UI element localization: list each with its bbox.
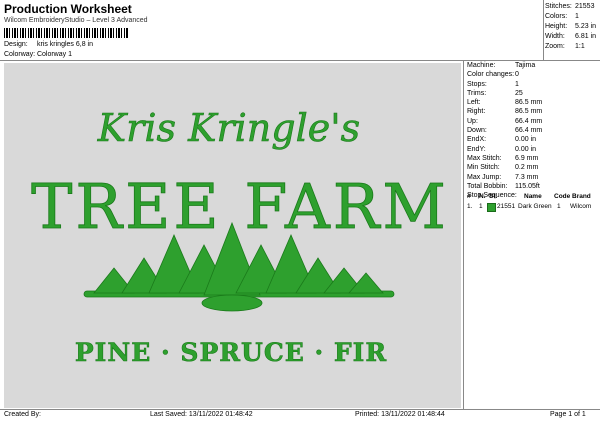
info-row: Max Jump: 7.3 mm [467,173,599,182]
info-row: Machine: Tajima [467,61,599,70]
info-row: Stops: 1 [467,80,599,89]
footer-divider [0,409,600,410]
info-key: Trims: [467,89,487,97]
info-key: Color changes: [467,71,515,79]
info-key: EndX: [467,136,487,144]
col-header: Brand [572,193,591,200]
panel-divider [463,60,464,410]
stat-row: Width: 6.81 in [545,32,596,42]
info-key: Max Stitch: [467,154,502,162]
stat-row: Height: 5.23 in [545,22,596,32]
info-value: 0.2 mm [515,164,539,172]
col-header: St. [489,193,498,200]
software-subtitle: Wilcom EmbroideryStudio – Level 3 Advanc… [4,17,148,24]
info-value: 66.4 mm [515,127,543,135]
colorway-meta-row: Colorway: Colorway 1 [4,51,72,58]
machine-info-panel: Machine: Tajima Color changes:0 Stops: 1 T… [467,61,599,200]
meta-key: Design: [4,41,28,48]
info-row: Min Stitch: 0.2 mm [467,163,599,172]
stat-key: Height: [545,23,568,30]
stat-key: Width: [545,33,565,40]
stat-value: 21553 [575,3,595,10]
info-row: Trims: 25 [467,89,599,98]
info-value: 1 [515,80,519,88]
stats-divider [543,0,544,60]
info-key: Down: [467,127,487,135]
info-row: Right: 86.5 mm [467,107,599,116]
footer-last-saved: Last Saved: 13/11/2022 01:48:42 [150,411,253,418]
info-value: 0.00 in [515,136,537,144]
footer-created-by: Created By: [4,411,41,418]
stat-row: Stitches: 21553 [545,2,596,12]
footer-printed: Printed: 13/11/2022 01:48:44 [355,411,445,418]
embroidery-design: Kris Kringle's TREE FARM PINE · SPRUCE ·… [31,106,449,368]
info-value: 7.3 mm [515,173,539,181]
info-key: Total Bobbin: [467,182,508,190]
col-header: N. [479,193,486,200]
cell-code: 1 [557,203,561,210]
info-key: Stops: [467,80,487,88]
info-key: Machine: [467,62,496,69]
info-key: Up: [467,117,478,125]
cell-brand: Wilcom [570,203,592,210]
cell-st: 21551 [497,203,516,210]
design-meta-row: Design: kris kringles 6,8 in [4,41,93,48]
info-row: Left: 86.5 mm [467,98,599,107]
info-value: 6.9 mm [515,154,539,162]
design-script-text: Kris Kringle's [97,106,360,150]
cell-name: Dark Green [518,203,552,210]
col-header: Name [524,193,542,200]
stat-value: 1 [575,13,579,20]
top-stats: Stitches: 21553 Colors: 1 Height: 5.23 in W… [545,2,596,52]
info-key: EndY: [467,145,486,153]
design-subtitle-text: PINE · SPRUCE · FIR [75,338,387,367]
col-header: # [467,193,471,200]
stat-value: 1:1 [575,43,585,50]
info-value: 66.4 mm [515,117,543,125]
info-key: Right: [467,108,486,116]
cell-n: 1 [479,203,483,210]
meta-value: Colorway 1 [36,51,72,58]
meta-value: kris kringles 6,8 in [36,41,93,48]
col-header: Code [554,193,571,200]
stat-row: Zoom: 1:1 [545,42,596,52]
stat-row: Colors: 1 [545,12,596,22]
info-value: 86.5 mm [515,99,543,107]
info-value: 86.5 mm [515,108,543,116]
info-value: 115.05ft [515,182,540,190]
info-row: Total Bobbin: 115.05ft [467,182,599,191]
design-preview[interactable]: Kris Kringle's TREE FARM PINE · SPRUCE ·… [4,63,461,408]
stat-key: Stitches: [545,3,572,10]
info-row: Up: 66.4 mm [467,117,599,126]
info-value: Tajima [515,62,536,69]
footer-page: Page 1 of 1 [550,411,586,418]
info-key: Min Stitch: [467,164,500,172]
info-value: 25 [515,89,523,97]
worksheet-title: Production Worksheet [4,2,132,16]
design-title-text: TREE FARM [31,170,449,243]
cell-num: 1. [467,203,473,210]
design-barcode [4,28,128,38]
thread-color-swatch [487,203,496,212]
info-row: EndY: 0.00 in [467,145,599,154]
info-value: 0 [515,71,519,79]
stat-value: 6.81 in [575,33,597,40]
info-key: Left: [467,99,481,107]
info-key: Max Jump: [467,173,502,181]
info-row: EndX: 0.00 in [467,135,599,144]
stat-key: Zoom: [545,43,565,50]
info-row: Color changes:0 [467,70,599,79]
stat-value: 5.23 in [575,23,597,30]
stat-key: Colors: [545,13,568,20]
info-row: Max Stitch: 6.9 mm [467,154,599,163]
meta-key: Colorway: [4,51,36,58]
info-row: Down: 66.4 mm [467,126,599,135]
info-value: 0.00 in [515,145,537,153]
